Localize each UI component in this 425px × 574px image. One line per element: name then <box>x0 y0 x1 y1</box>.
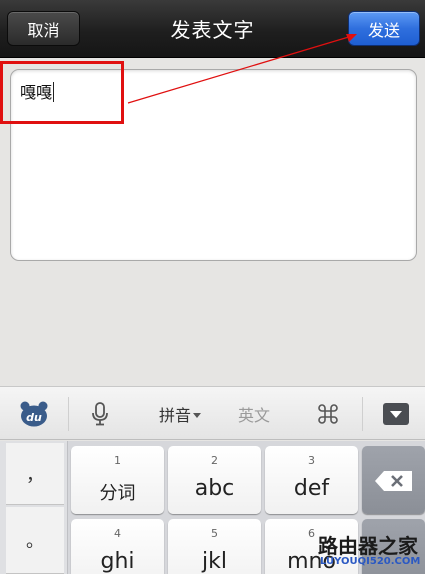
watermark-cn: 路由器之家 <box>318 534 418 558</box>
pinyin-label: 拼音 <box>158 406 191 425</box>
baidu-logo-icon[interactable]: du <box>12 387 56 441</box>
nav-bar: 取消 发表文字 发送 <box>0 0 425 58</box>
period-key[interactable]: 。 <box>6 507 64 574</box>
keyboard-toolbar: du 拼音 英文 <box>0 386 425 440</box>
key-label: ghi <box>100 549 135 574</box>
microphone-icon[interactable] <box>84 387 116 441</box>
caret-down-icon <box>193 413 201 418</box>
key-4[interactable]: 4 ghi <box>71 519 164 574</box>
key-1[interactable]: 1 分词 <box>71 446 164 514</box>
command-key-icon[interactable] <box>310 387 346 441</box>
hide-keyboard-icon[interactable] <box>378 387 414 441</box>
delete-key[interactable] <box>362 446 425 514</box>
watermark-en: LUYOUQI520.COM <box>320 556 421 567</box>
comma-key[interactable]: ， <box>6 443 64 505</box>
key-label: 分词 <box>99 483 136 504</box>
watermark: 路由器之家 LUYOUQI520.COM <box>318 530 425 574</box>
key-2[interactable]: 2 abc <box>168 446 261 514</box>
key-number: 2 <box>211 454 218 467</box>
toolbar-divider <box>68 397 69 431</box>
pinyin-mode-button[interactable]: 拼音 <box>150 387 210 441</box>
logo-text: du <box>26 411 42 424</box>
key-3[interactable]: 3 def <box>265 446 358 514</box>
key-number: 1 <box>114 454 121 467</box>
annotation-box <box>0 61 124 124</box>
backspace-icon <box>375 471 412 491</box>
key-number: 5 <box>211 527 218 540</box>
key-label: abc <box>194 476 235 501</box>
key-5[interactable]: 5 jkl <box>168 519 261 574</box>
punctuation-column: ， 。 <box>0 441 68 574</box>
key-number: 3 <box>308 454 315 467</box>
toolbar-divider <box>362 397 363 431</box>
english-mode-button[interactable]: 英文 <box>228 387 280 441</box>
key-label: def <box>293 476 330 501</box>
key-label: jkl <box>202 549 227 574</box>
key-number: 4 <box>114 527 121 540</box>
send-button[interactable]: 发送 <box>348 11 420 46</box>
